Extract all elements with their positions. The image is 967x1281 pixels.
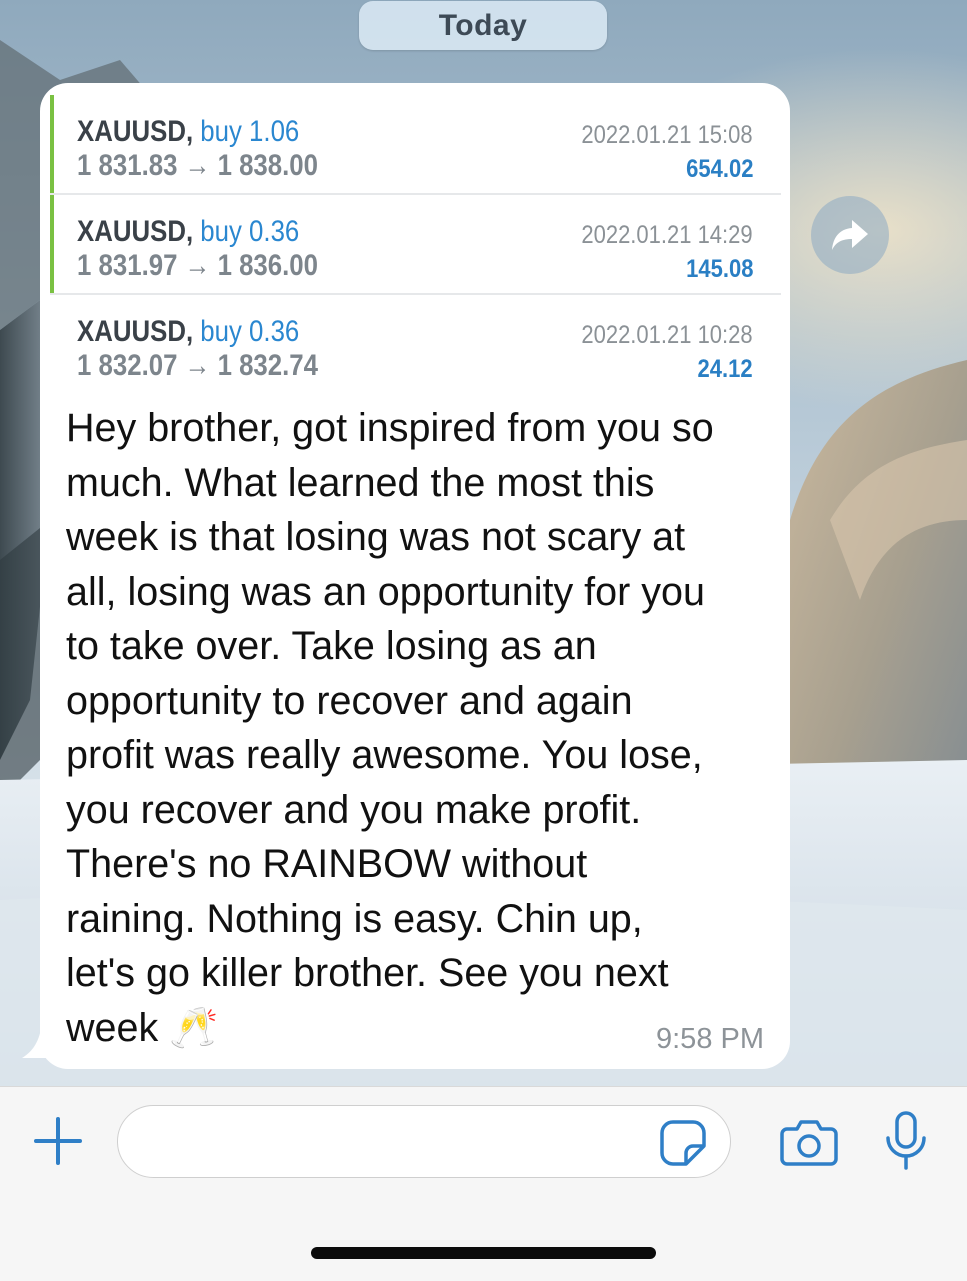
trade-prices: 1 832.07 → 1 832.74 [77, 349, 319, 382]
message-bubble[interactable]: XAUUSD, buy 1.06 1 831.83 → 1 838.00 202… [40, 83, 790, 1069]
trade-prices: 1 831.97 → 1 836.00 [77, 249, 319, 282]
trade-side: buy 1.06 [200, 115, 300, 148]
trade-profit: 24.12 [697, 355, 753, 383]
forward-button[interactable] [811, 196, 889, 274]
trade-prices: 1 831.83 → 1 838.00 [77, 149, 319, 182]
trade-symbol: XAUUSD, [77, 315, 194, 348]
message-time: 9:58 PM [656, 1023, 764, 1055]
sticker-icon[interactable] [659, 1119, 707, 1167]
trade-title: XAUUSD, buy 1.06 [77, 115, 299, 149]
trade-accent-bar [50, 195, 54, 295]
trade-timestamp: 2022.01.21 14:29 [581, 221, 753, 249]
message-input[interactable] [117, 1105, 731, 1178]
trade-row[interactable]: XAUUSD, buy 0.36 1 832.07 → 1 832.74 202… [50, 295, 781, 395]
trade-side: buy 0.36 [200, 315, 300, 348]
trade-row[interactable]: XAUUSD, buy 0.36 1 831.97 → 1 836.00 202… [50, 195, 781, 295]
trade-profit: 654.02 [685, 155, 753, 183]
trade-symbol: XAUUSD, [77, 115, 194, 148]
trade-symbol: XAUUSD, [77, 215, 194, 248]
share-arrow-icon [832, 220, 868, 250]
message-text: Hey brother, got inspired from you so mu… [66, 406, 714, 1050]
trade-title: XAUUSD, buy 0.36 [77, 215, 299, 249]
camera-icon[interactable] [779, 1117, 839, 1167]
trade-timestamp: 2022.01.21 15:08 [581, 121, 753, 149]
trade-row[interactable]: XAUUSD, buy 1.06 1 831.83 → 1 838.00 202… [50, 95, 781, 195]
trade-side: buy 0.36 [200, 215, 300, 248]
trade-title: XAUUSD, buy 0.36 [77, 315, 299, 349]
trade-profit: 145.08 [685, 255, 753, 283]
trade-accent-bar [50, 95, 54, 195]
date-label: Today [438, 8, 528, 42]
plus-icon[interactable] [30, 1113, 86, 1169]
trade-timestamp: 2022.01.21 10:28 [581, 321, 753, 349]
home-indicator[interactable] [311, 1247, 656, 1259]
microphone-icon[interactable] [884, 1110, 928, 1172]
date-separator: Today [359, 1, 607, 50]
